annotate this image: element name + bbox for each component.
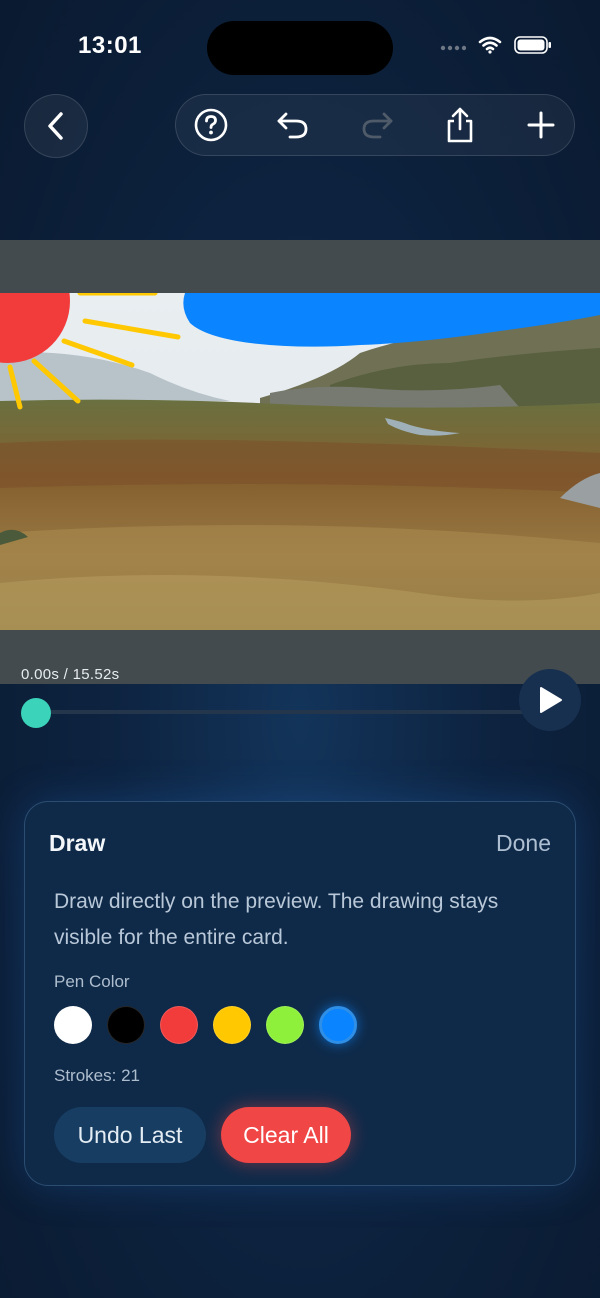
status-time: 13:01 bbox=[78, 32, 142, 59]
status-icons bbox=[440, 36, 552, 59]
swatch-yellow[interactable] bbox=[213, 1006, 251, 1044]
swatch-blue[interactable] bbox=[319, 1006, 357, 1044]
chevron-left-icon bbox=[48, 112, 63, 140]
share-button[interactable] bbox=[429, 95, 491, 155]
back-button[interactable] bbox=[24, 94, 88, 158]
panel-description: Draw directly on the preview. The drawin… bbox=[54, 890, 499, 949]
play-button[interactable] bbox=[519, 669, 581, 731]
redo-icon bbox=[362, 112, 393, 139]
wifi-icon bbox=[478, 36, 502, 59]
battery-icon bbox=[514, 36, 552, 59]
help-icon bbox=[194, 108, 228, 142]
help-button[interactable] bbox=[180, 95, 242, 155]
clear-all-button[interactable]: Clear All bbox=[221, 1107, 351, 1163]
playback-time: 0.00s / 15.52s bbox=[21, 666, 120, 683]
undo-icon bbox=[277, 112, 308, 139]
undo-button[interactable] bbox=[262, 95, 324, 155]
pen-color-label: Pen Color bbox=[54, 972, 130, 991]
dynamic-island bbox=[207, 21, 393, 75]
strokes-count: Strokes: 21 bbox=[54, 1066, 140, 1085]
swatch-white[interactable] bbox=[54, 1006, 92, 1044]
editor-toolbar bbox=[175, 94, 575, 156]
color-swatches bbox=[54, 1006, 357, 1044]
done-button[interactable]: Done bbox=[496, 830, 551, 857]
swatch-red[interactable] bbox=[160, 1006, 198, 1044]
swatch-black[interactable] bbox=[107, 1006, 145, 1044]
signal-icon bbox=[440, 39, 467, 57]
draw-panel: Draw Done Draw directly on the preview. … bbox=[24, 801, 576, 1186]
swatch-green[interactable] bbox=[266, 1006, 304, 1044]
add-button[interactable] bbox=[510, 95, 572, 155]
play-icon bbox=[540, 687, 562, 713]
panel-title: Draw bbox=[49, 830, 106, 856]
preview-image[interactable] bbox=[0, 293, 600, 630]
share-icon bbox=[447, 107, 473, 143]
scrubber-track[interactable] bbox=[36, 710, 550, 714]
undo-last-button[interactable]: Undo Last bbox=[54, 1107, 206, 1163]
scrubber-thumb[interactable] bbox=[21, 698, 51, 728]
plus-icon bbox=[527, 111, 555, 139]
video-preview[interactable] bbox=[0, 240, 600, 684]
redo-button[interactable] bbox=[346, 95, 408, 155]
